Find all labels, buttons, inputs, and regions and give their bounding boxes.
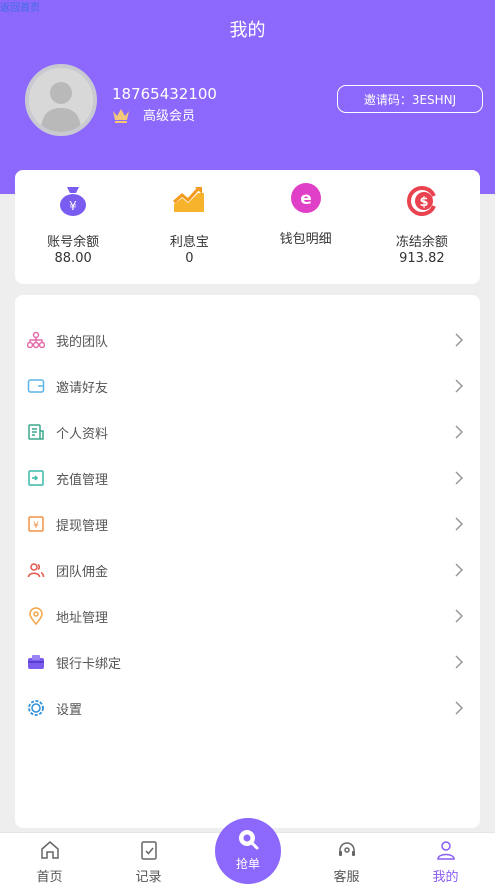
stat-interest[interactable]: 利息宝 0 <box>131 170 247 284</box>
tab-home[interactable]: 首页 <box>0 833 99 888</box>
svg-text:¥: ¥ <box>33 521 39 531</box>
crown-icon <box>113 108 129 123</box>
stat-frozen-balance[interactable]: $ 冻结余额 913.82 <box>364 170 480 284</box>
chevron-right-icon <box>455 379 464 393</box>
grab-order-label: 抢单 <box>235 857 260 871</box>
invite-code-button[interactable]: 邀请码：3ESHNJ <box>337 85 483 113</box>
member-level-label: 高级会员 <box>143 109 196 124</box>
location-pin-icon <box>29 607 43 625</box>
chevron-right-icon <box>455 333 464 347</box>
stat-label: 冻结余额 <box>395 235 448 250</box>
profile-doc-icon <box>28 424 44 440</box>
headset-icon <box>338 842 355 856</box>
menu-item-label: 地址管理 <box>56 610 109 626</box>
tab-mine[interactable]: 我的 <box>396 833 495 888</box>
withdraw-icon: ¥ <box>28 516 44 532</box>
menu-item-my-team[interactable]: 我的团队 <box>15 320 480 360</box>
svg-text:¥: ¥ <box>69 199 77 213</box>
chevron-right-icon <box>455 471 464 485</box>
stat-value: 88.00 <box>54 251 92 266</box>
home-icon <box>40 841 59 859</box>
stat-account-balance[interactable]: ¥ 账号余额 88.00 <box>15 170 131 284</box>
tab-service[interactable]: 客服 <box>297 833 396 888</box>
stat-label: 账号余额 <box>47 235 100 250</box>
tab-label: 记录 <box>135 870 162 885</box>
menu-item-profile[interactable]: 个人资料 <box>15 412 480 452</box>
menu-item-recharge[interactable]: 充值管理 <box>15 458 480 498</box>
page-title: 我的 <box>229 20 266 41</box>
chevron-right-icon <box>455 609 464 623</box>
menu-item-label: 我的团队 <box>56 334 109 350</box>
menu-item-label: 提现管理 <box>56 518 109 534</box>
menu-item-label: 团队佣金 <box>56 564 109 580</box>
stat-label: 钱包明细 <box>279 232 332 247</box>
avatar[interactable] <box>25 64 97 136</box>
stat-value: 913.82 <box>399 251 445 266</box>
tab-label: 首页 <box>36 870 63 885</box>
menu-item-label: 充值管理 <box>56 472 109 488</box>
tab-records[interactable]: 记录 <box>99 833 198 888</box>
trend-chart-icon <box>173 187 205 212</box>
wallet-e-icon: e <box>290 183 321 213</box>
team-tree-icon <box>27 331 45 349</box>
wallet-invite-icon <box>27 379 45 393</box>
search-q-icon <box>239 830 259 850</box>
users-icon <box>27 563 45 578</box>
menu-item-label: 邀请好友 <box>56 380 109 396</box>
recharge-icon <box>28 470 44 486</box>
user-silhouette-icon <box>29 68 93 132</box>
stats-card: ¥ 账号余额 88.00 利息宝 0 e 钱包明细 $ 冻结余额 913.82 <box>15 170 480 284</box>
chevron-right-icon <box>455 425 464 439</box>
menu-item-invite-friends[interactable]: 邀请好友 <box>15 366 480 406</box>
stat-value: 0 <box>185 251 194 266</box>
member-level: 高级会员 <box>112 105 195 124</box>
menu-list: 我的团队 邀请好友 个人资料 充值管理 ¥ 提现管理 团队佣金 地址管理 银行卡… <box>15 295 480 828</box>
menu-item-label: 设置 <box>56 702 83 718</box>
user-phone: 18765432100 <box>112 85 217 103</box>
menu-item-label: 个人资料 <box>56 426 109 442</box>
chevron-right-icon <box>455 517 464 531</box>
menu-item-team-commission[interactable]: 团队佣金 <box>15 550 480 590</box>
menu-item-address[interactable]: 地址管理 <box>15 596 480 636</box>
svg-text:e: e <box>300 189 312 209</box>
dollar-refresh-icon: $ <box>406 186 436 216</box>
money-bag-icon: ¥ <box>60 187 87 216</box>
chevron-right-icon <box>455 655 464 669</box>
menu-item-settings[interactable]: 设置 <box>15 688 480 728</box>
svg-text:$: $ <box>419 195 428 210</box>
stat-label: 利息宝 <box>169 235 209 250</box>
chevron-right-icon <box>455 701 464 715</box>
bank-card-icon <box>28 655 44 669</box>
chevron-right-icon <box>455 563 464 577</box>
user-icon <box>436 841 455 860</box>
menu-item-withdraw[interactable]: ¥ 提现管理 <box>15 504 480 544</box>
grab-order-button[interactable]: 抢单 <box>215 818 281 884</box>
profile-header: 返回首页 我的 18765432100 高级会员 邀请码：3ESHNJ <box>0 0 495 194</box>
back-home-link[interactable]: 返回首页 <box>0 0 40 14</box>
clipboard-check-icon <box>140 841 157 860</box>
tab-label: 客服 <box>333 870 360 885</box>
stat-wallet-detail[interactable]: e 钱包明细 <box>248 170 364 284</box>
menu-item-bank-card[interactable]: 银行卡绑定 <box>15 642 480 682</box>
menu-item-label: 银行卡绑定 <box>56 656 122 672</box>
tab-label: 我的 <box>432 870 459 885</box>
gear-icon <box>28 700 44 716</box>
